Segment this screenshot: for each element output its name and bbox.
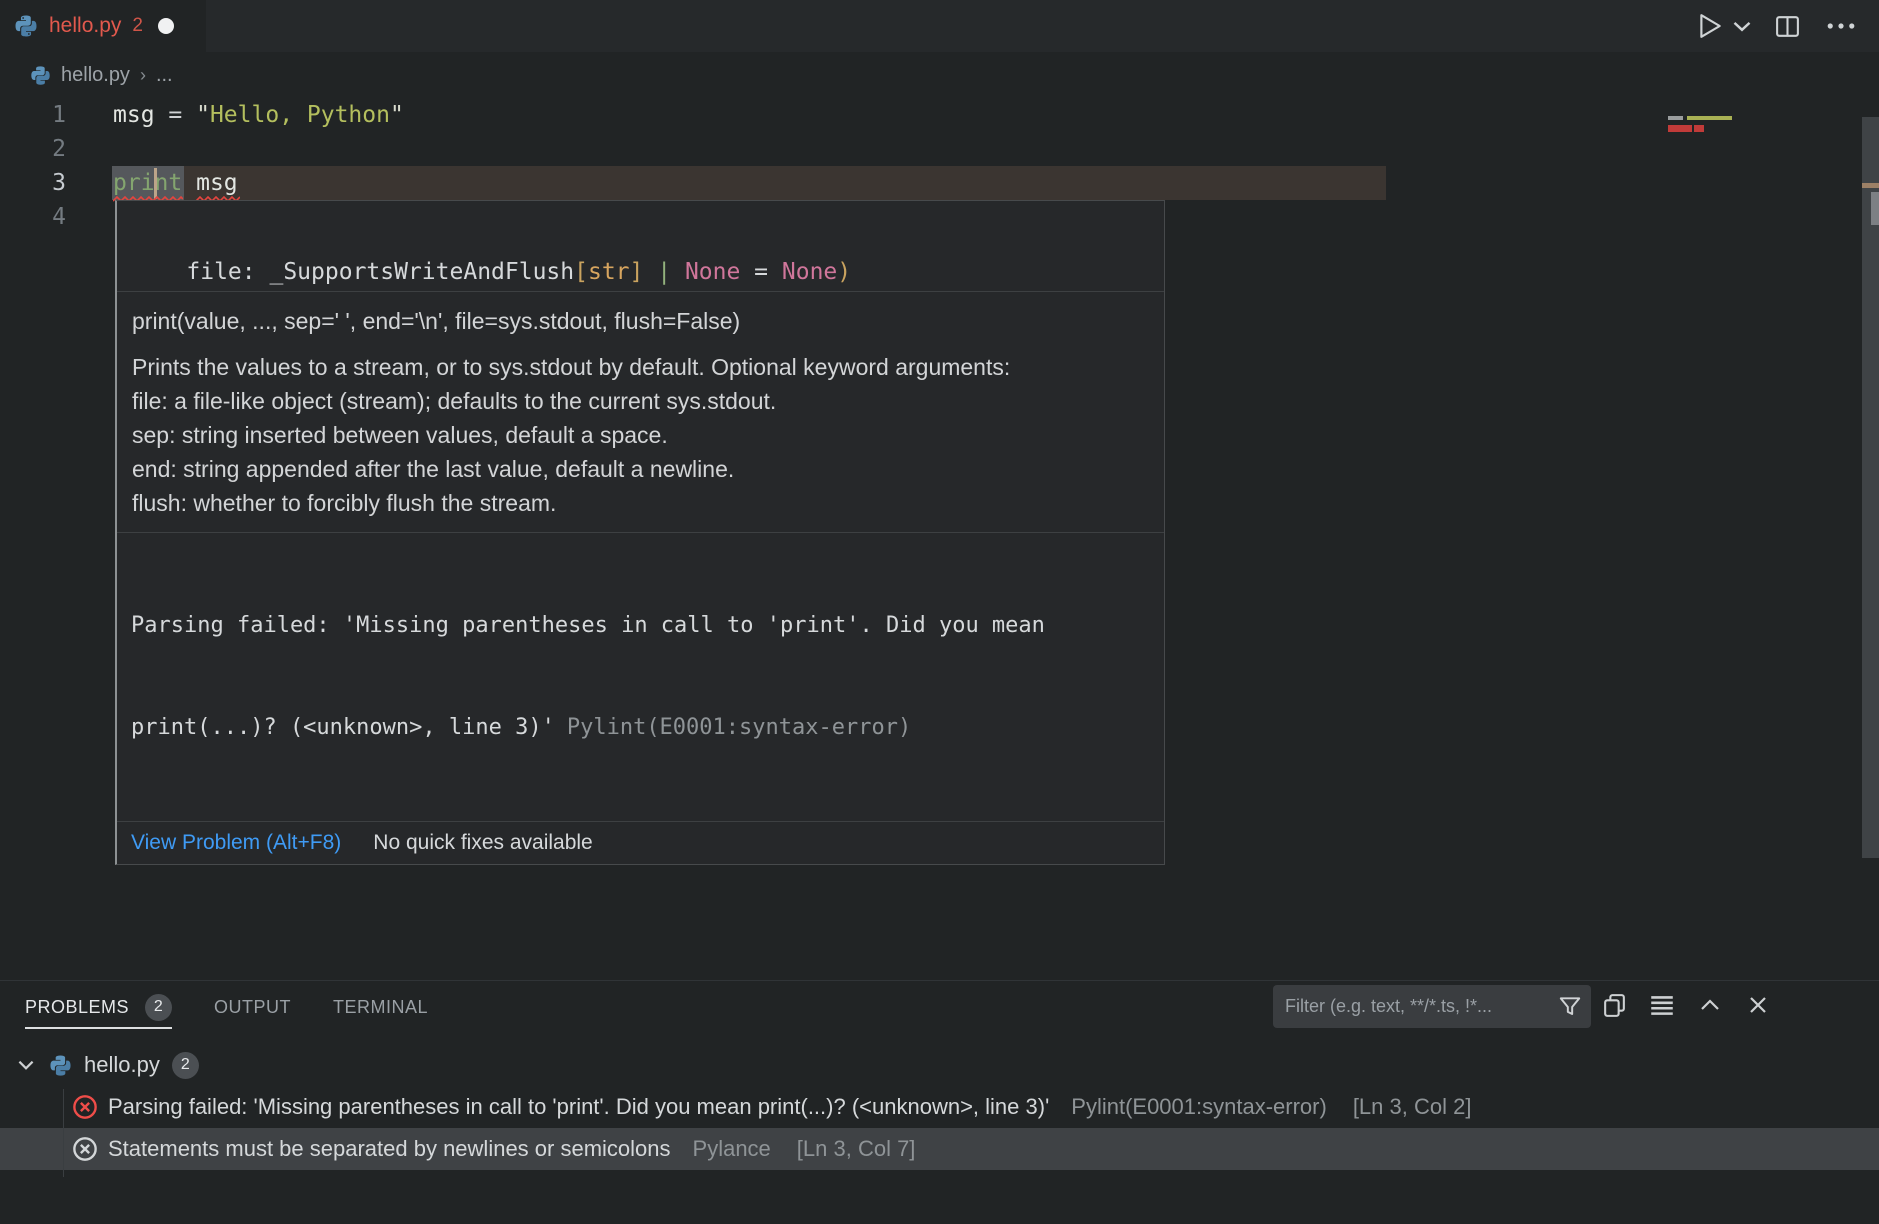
hover-tooltip: file: _SupportsWriteAndFlush[str] | None… (115, 200, 1165, 865)
tab-problems[interactable]: PROBLEMS 2 (25, 987, 172, 1029)
tab-output[interactable]: OUTPUT (214, 987, 291, 1029)
expand-chevron-icon[interactable] (15, 1054, 37, 1076)
no-quick-fixes-label: No quick fixes available (373, 831, 592, 855)
overview-ruler-cursor-marker (1862, 183, 1879, 188)
current-line-highlight (112, 166, 1386, 200)
error-icon (72, 1094, 98, 1120)
docs-signature: print(value, ..., sep=' ', end='\n', fil… (132, 304, 1148, 338)
scrollbar-slider[interactable] (1871, 192, 1879, 225)
problems-file-row[interactable]: hello.py 2 (0, 1044, 1879, 1086)
problem-position: [Ln 3, Col 7] (797, 1136, 916, 1162)
signature-file-line: file: _SupportsWriteAndFlush[str] | None… (131, 255, 1164, 289)
problem-position: [Ln 3, Col 2] (1353, 1094, 1472, 1120)
token-quote: " (196, 102, 210, 128)
close-panel-icon[interactable] (1744, 991, 1772, 1019)
docs-line: file: a file-like object (stream); defau… (132, 384, 1148, 418)
token-assign: = (155, 102, 197, 128)
hover-docs: print(value, ..., sep=' ', end='\n', fil… (117, 292, 1164, 532)
bottom-panel: PROBLEMS 2 OUTPUT TERMINAL (0, 980, 1879, 1224)
tree-indent-guide (63, 1089, 64, 1177)
problem-source: Pylint(E0001:syntax-error) (1071, 1094, 1327, 1120)
problem-message: Parsing failed: 'Missing parentheses in … (108, 1094, 1049, 1120)
hover-status-bar: View Problem (Alt+F8) No quick fixes ava… (117, 822, 1164, 864)
problem-row-2[interactable]: Statements must be separated by newlines… (0, 1128, 1879, 1170)
text-cursor (154, 168, 157, 199)
line-number: 2 (0, 132, 66, 166)
line-number: 4 (0, 200, 66, 234)
filter-input[interactable] (1285, 996, 1557, 1017)
problems-tree: hello.py 2 Parsing failed: 'Missing pare… (0, 1044, 1879, 1170)
maximize-panel-icon[interactable] (1696, 991, 1724, 1019)
diagnostic-line-2: print(...)? (<unknown>, line 3)'Pylint(E… (131, 711, 1150, 745)
file-problems-badge: 2 (172, 1052, 199, 1079)
line-number: 1 (0, 98, 66, 132)
hover-diagnostic: Parsing failed: 'Missing parentheses in … (117, 533, 1164, 821)
docs-line: end: string appended after the last valu… (132, 452, 1148, 486)
docs-line: Prints the values to a stream, or to sys… (132, 350, 1148, 384)
problems-file-name: hello.py (84, 1052, 160, 1078)
editor-scrollbar[interactable] (1862, 117, 1879, 858)
token-quote: " (390, 102, 404, 128)
diagnostic-line-1: Parsing failed: 'Missing parentheses in … (131, 609, 1150, 643)
token-msg: msg (113, 102, 155, 128)
problems-count-badge: 2 (145, 994, 172, 1021)
token-string: Hello, Python (210, 102, 390, 128)
token-msg: msg (196, 170, 238, 196)
problem-source: Pylance (693, 1136, 771, 1162)
view-mode-icon[interactable] (1648, 991, 1676, 1019)
tab-output-label: OUTPUT (214, 997, 291, 1018)
problem-message: Statements must be separated by newlines… (108, 1136, 671, 1162)
code-line-3[interactable]: print msg (113, 166, 238, 200)
panel-tabs: PROBLEMS 2 OUTPUT TERMINAL (25, 987, 428, 1029)
diagnostic-source: Pylint(E0001:syntax-error) (567, 715, 911, 740)
token-space (182, 170, 196, 196)
code-line-1[interactable]: msg = "Hello, Python" (113, 98, 404, 132)
error-icon (72, 1136, 98, 1162)
hover-signature: file: _SupportsWriteAndFlush[str] | None… (117, 201, 1164, 291)
tab-terminal[interactable]: TERMINAL (333, 987, 428, 1029)
problem-row-1[interactable]: Parsing failed: 'Missing parentheses in … (0, 1086, 1879, 1128)
line-number-active: 3 (0, 166, 66, 200)
problems-filter (1273, 985, 1591, 1028)
docs-line: sep: string inserted between values, def… (132, 418, 1148, 452)
docs-line: flush: whether to forcibly flush the str… (132, 486, 1148, 520)
tab-terminal-label: TERMINAL (333, 997, 428, 1018)
token-print: print (113, 170, 182, 196)
view-as-table-icon[interactable] (1600, 991, 1628, 1019)
tab-problems-label: PROBLEMS (25, 997, 129, 1018)
view-problem-link[interactable]: View Problem (Alt+F8) (131, 831, 341, 855)
python-icon (49, 1054, 72, 1077)
minimap[interactable] (1660, 114, 1720, 138)
filter-icon[interactable] (1557, 994, 1583, 1020)
